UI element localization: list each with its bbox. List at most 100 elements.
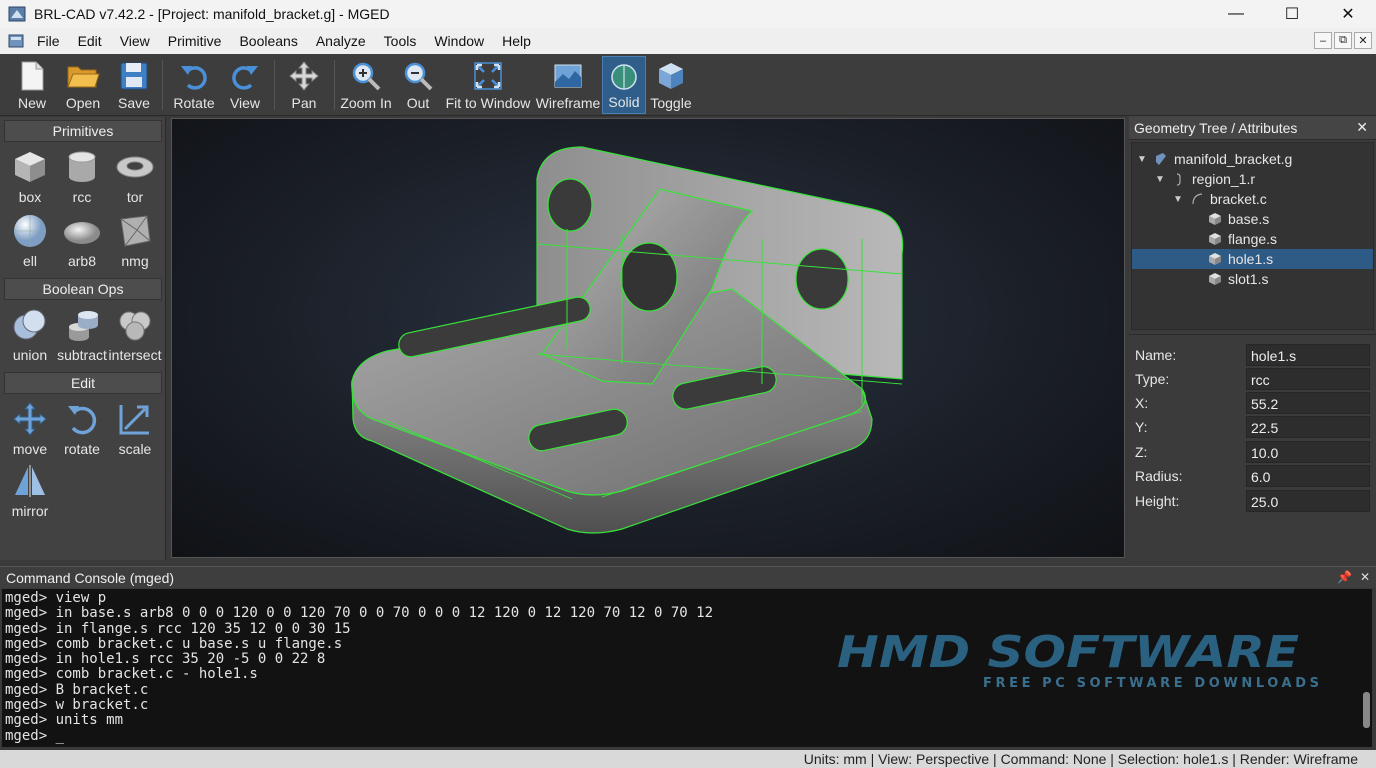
- primitive-rcc[interactable]: rcc: [56, 147, 108, 207]
- fit-to-window-button[interactable]: Fit to Window: [444, 56, 532, 114]
- mdi-restore-button[interactable]: ⧉: [1334, 32, 1352, 49]
- attr-z-field[interactable]: 10.0: [1246, 441, 1370, 463]
- nmg-mesh-icon: [120, 215, 151, 247]
- primitive-nmg[interactable]: nmg: [109, 211, 161, 271]
- tree-node-manifold-bracket[interactable]: ▼ manifold_bracket.g: [1136, 149, 1292, 169]
- boolean-union[interactable]: union: [4, 305, 56, 365]
- rotate-label: Rotate: [173, 95, 215, 111]
- edit-move[interactable]: move: [4, 399, 56, 459]
- tree-node-flange[interactable]: flange.s: [1208, 229, 1277, 249]
- save-button[interactable]: Save: [110, 56, 158, 114]
- expand-chevron-icon[interactable]: ▼: [1136, 154, 1148, 165]
- tree-node-hole1[interactable]: hole1.s: [1132, 249, 1373, 269]
- geometry-tree-title: Geometry Tree / Attributes: [1134, 119, 1298, 136]
- window-title: BRL-CAD v7.42.2 - [Project: manifold_bra…: [34, 6, 390, 22]
- boolean-intersect-label: intersect: [108, 347, 162, 363]
- attr-type-field[interactable]: rcc: [1246, 368, 1370, 390]
- toolbar-separator: [274, 60, 275, 110]
- mdi-close-button[interactable]: ✕: [1354, 32, 1372, 49]
- menu-help[interactable]: Help: [493, 28, 540, 54]
- attr-y-field[interactable]: 22.5: [1246, 416, 1370, 438]
- attr-height-field[interactable]: 25.0: [1246, 490, 1370, 512]
- view-label: View: [229, 95, 261, 111]
- menu-edit[interactable]: Edit: [69, 28, 111, 54]
- menu-tools[interactable]: Tools: [375, 28, 426, 54]
- primitive-rcc-label: rcc: [72, 189, 92, 205]
- attr-row-x: X: 55.2: [1129, 391, 1376, 415]
- tree-label: manifold_bracket.g: [1174, 151, 1293, 167]
- menu-file[interactable]: File: [28, 28, 69, 54]
- intersect-icon: [119, 311, 151, 341]
- panel-close-icon[interactable]: ✕: [1356, 119, 1368, 136]
- primitive-arb8-label: arb8: [67, 253, 97, 269]
- fit-window-icon: [474, 62, 502, 90]
- primitive-arb8[interactable]: arb8: [56, 211, 108, 271]
- tree-node-base[interactable]: base.s: [1208, 209, 1269, 229]
- console-line: mged> in base.s arb8 0 0 0 120 0 0 120 7…: [5, 605, 714, 622]
- open-button[interactable]: Open: [58, 56, 108, 114]
- 3d-viewport[interactable]: [171, 118, 1125, 558]
- attr-x-field[interactable]: 55.2: [1246, 392, 1370, 414]
- boolean-intersect[interactable]: intersect: [109, 305, 161, 365]
- rotate-edit-icon: [68, 406, 97, 435]
- console-scrollbar[interactable]: [1362, 592, 1370, 742]
- edit-mirror[interactable]: mirror: [4, 461, 56, 521]
- view-redo-icon: [232, 66, 258, 90]
- edit-scale-label: scale: [118, 441, 152, 457]
- box-icon: [15, 152, 45, 182]
- tree-node-bracket[interactable]: ▼ bracket.c: [1172, 189, 1267, 209]
- menu-primitive[interactable]: Primitive: [159, 28, 231, 54]
- tree-node-region[interactable]: ▼ region_1.r: [1154, 169, 1255, 189]
- zoom-out-button[interactable]: Out: [398, 56, 438, 114]
- pan-button[interactable]: Pan: [280, 56, 328, 114]
- console-close-icon[interactable]: ✕: [1360, 570, 1370, 584]
- solid-button[interactable]: Solid: [602, 56, 646, 114]
- primitive-box[interactable]: box: [4, 147, 56, 207]
- attr-key: Z:: [1135, 444, 1148, 460]
- tree-node-slot1[interactable]: slot1.s: [1208, 269, 1268, 289]
- pan-label: Pan: [291, 95, 317, 111]
- watermark-tagline: FREE PC SOFTWARE DOWNLOADS: [983, 676, 1323, 691]
- new-button[interactable]: New: [8, 56, 56, 114]
- primitive-tor[interactable]: tor: [109, 147, 161, 207]
- menu-booleans[interactable]: Booleans: [230, 28, 306, 54]
- attr-radius-field[interactable]: 6.0: [1246, 465, 1370, 487]
- pin-icon[interactable]: 📌: [1337, 570, 1352, 584]
- attr-key: Type:: [1135, 371, 1170, 387]
- cylinder-icon: [68, 151, 96, 182]
- edit-scale[interactable]: scale: [109, 399, 161, 459]
- rotate-button[interactable]: Rotate: [168, 56, 220, 114]
- console-line: mged> units mm: [5, 712, 124, 729]
- minimize-button[interactable]: —: [1208, 0, 1264, 28]
- expand-chevron-icon[interactable]: ▼: [1154, 174, 1166, 185]
- tree-label: base.s: [1228, 211, 1270, 227]
- scale-icon: [119, 405, 149, 435]
- attr-name-field[interactable]: hole1.s: [1246, 344, 1370, 366]
- maximize-button[interactable]: ☐: [1264, 0, 1320, 28]
- boolean-subtract[interactable]: subtract: [56, 305, 108, 365]
- console-prompt-line[interactable]: mged> _: [5, 728, 1372, 744]
- toggle-button[interactable]: Toggle: [648, 56, 694, 114]
- view-button[interactable]: View: [222, 56, 268, 114]
- database-icon: [1156, 153, 1166, 165]
- zoom-in-button[interactable]: Zoom In: [338, 56, 394, 114]
- tree-label: bracket.c: [1210, 191, 1267, 207]
- edit-header: Edit: [4, 372, 162, 394]
- boolean-union-label: union: [12, 347, 48, 363]
- edit-move-label: move: [12, 441, 48, 457]
- menu-window[interactable]: Window: [425, 28, 493, 54]
- primitive-ell[interactable]: ell: [4, 211, 56, 271]
- sphere-icon: [14, 215, 46, 247]
- menu-analyze[interactable]: Analyze: [307, 28, 375, 54]
- tree-label: hole1.s: [1228, 251, 1274, 267]
- wireframe-button[interactable]: Wireframe: [535, 56, 601, 114]
- toolbar-separator: [334, 60, 335, 110]
- scrollbar-thumb[interactable]: [1363, 692, 1370, 728]
- expand-chevron-icon[interactable]: ▼: [1172, 194, 1184, 205]
- bracket-model: [351, 146, 904, 534]
- edit-rotate[interactable]: rotate: [56, 399, 108, 459]
- mdi-minimize-button[interactable]: –: [1314, 32, 1332, 49]
- attr-row-y: Y: 22.5: [1129, 415, 1376, 439]
- close-button[interactable]: ✕: [1320, 0, 1376, 28]
- menu-view[interactable]: View: [111, 28, 159, 54]
